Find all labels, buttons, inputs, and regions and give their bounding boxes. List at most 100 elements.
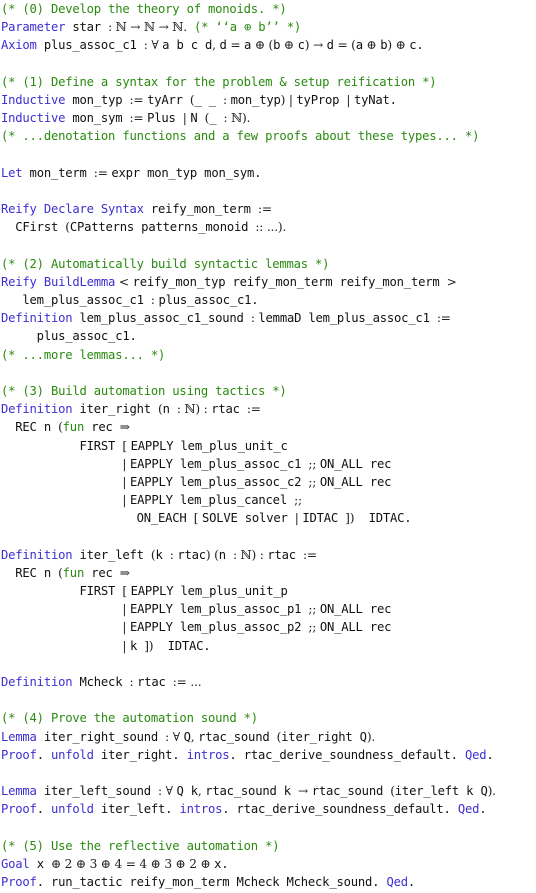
math-symbol: := bbox=[246, 402, 261, 417]
code-line: Reify BuildLemma < reify_mon_typ reify_m… bbox=[1, 273, 536, 291]
code-text: ON_ALL rec bbox=[319, 620, 392, 635]
code-text: lemmaD lem_plus_assoc_c1 bbox=[258, 311, 437, 326]
math-symbol: ⊕ bbox=[362, 38, 381, 53]
code-text: iter_left. bbox=[93, 802, 180, 817]
code-text: tyNat. bbox=[353, 92, 397, 107]
keyword: Inductive bbox=[1, 92, 66, 107]
code-line: Proof. unfold iter_right. intros. rtac_d… bbox=[1, 746, 536, 764]
keyword: Lemma bbox=[1, 784, 37, 799]
math-symbol: := bbox=[303, 547, 317, 562]
math-symbol: :: ...). bbox=[255, 220, 287, 235]
keyword: Definition bbox=[1, 674, 73, 689]
code-text: x bbox=[29, 856, 51, 871]
math-symbol: ). bbox=[487, 784, 496, 799]
section-comment-line: (* (5) Use the reflective automation *) bbox=[1, 837, 536, 855]
code-text: plus_assoc_c1. bbox=[1, 329, 137, 344]
code-line: Inductive mon_typ := tyArr (_ _ : mon_ty… bbox=[1, 91, 536, 109]
code-text: x. bbox=[214, 856, 229, 871]
code-text: rtac_sound bbox=[198, 729, 277, 744]
code-text: k bbox=[129, 638, 145, 653]
keyword: Axiom bbox=[1, 38, 37, 53]
math-symbol: := bbox=[436, 311, 451, 326]
math-symbol: | bbox=[122, 602, 130, 617]
math-symbol: : ∀ bbox=[143, 38, 163, 53]
math-symbol: := bbox=[257, 202, 272, 217]
keyword: Qed bbox=[386, 875, 408, 889]
math-symbol: | bbox=[122, 620, 130, 635]
math-symbol: [ bbox=[193, 511, 202, 526]
keyword: Definition bbox=[1, 547, 73, 562]
section-comment-line: (* (1) Define a syntax for the problem &… bbox=[1, 73, 536, 91]
code-text: _ _ bbox=[194, 92, 224, 107]
math-symbol: := bbox=[129, 111, 148, 126]
math-symbol: | bbox=[122, 456, 130, 471]
math-symbol: : ℕ). bbox=[223, 111, 251, 126]
code-text: REC n bbox=[1, 420, 59, 435]
code-line: Goal x ⊕ 2 ⊕ 3 ⊕ 4 = 4 ⊕ 3 ⊕ 2 ⊕ x. bbox=[1, 855, 536, 873]
code-text: a b c d bbox=[162, 38, 213, 53]
code-text: mon_typ bbox=[65, 92, 130, 107]
code-line: Definition iter_left (k : rtac) (n : ℕ) … bbox=[1, 546, 536, 564]
math-symbol: | bbox=[346, 92, 354, 107]
code-line: Definition lem_plus_assoc_c1_sound : lem… bbox=[1, 309, 536, 327]
keyword: Definition bbox=[1, 402, 73, 417]
code-line: Parameter star : ℕ → ℕ → ℕ. (* ‘‘a ⊕ b’’… bbox=[1, 18, 536, 36]
code-text: rtac bbox=[267, 547, 303, 562]
math-symbol: [ bbox=[122, 584, 131, 598]
math-symbol: : bbox=[223, 92, 231, 107]
code-text: EAPPLY lem_plus_unit_c bbox=[130, 438, 288, 453]
math-symbol: : bbox=[129, 674, 138, 689]
math-symbol: := bbox=[93, 165, 112, 180]
code-text: expr mon_typ mon_sym. bbox=[111, 165, 262, 180]
code-line: CFirst (CPatterns patterns_monoid :: ...… bbox=[1, 218, 536, 236]
math-symbol: := bbox=[129, 92, 148, 107]
code-text: tyArr bbox=[147, 92, 190, 107]
code-text: FIRST bbox=[1, 584, 123, 598]
code-text: iter_left_sound bbox=[36, 784, 159, 799]
math-symbol: ;; bbox=[308, 456, 320, 471]
code-line: Axiom plus_assoc_c1 : ∀ a b c d, d = a ⊕… bbox=[1, 36, 536, 54]
code-text: lem_plus_assoc_c1 bbox=[1, 293, 151, 307]
code-text: reify_mon_typ reify_mon_term reify_mon_t… bbox=[132, 274, 447, 289]
code-line: ON_EACH [ SOLVE solver | IDTAC ]) IDTAC. bbox=[1, 509, 536, 527]
code-line: REC n (fun rec ⇒ bbox=[1, 418, 536, 436]
code-text: lem_plus_assoc_c1_sound bbox=[72, 311, 251, 326]
math-symbol: ]) bbox=[345, 511, 355, 526]
code-text: . rtac_derive_soundness_default. bbox=[229, 747, 465, 762]
math-symbol: ;; bbox=[308, 602, 320, 617]
code-line: (* ...more lemmas... *) bbox=[1, 346, 536, 364]
comment: (* (2) Automatically build syntactic lem… bbox=[1, 256, 330, 271]
code-text: IDTAC. bbox=[354, 511, 412, 526]
math-symbol: ) → bbox=[304, 38, 327, 53]
code-text: mon_term bbox=[22, 165, 94, 180]
comment: (* ‘‘a ⊕ b’’ *) bbox=[186, 20, 302, 35]
math-symbol: : ℕ → ℕ → ℕ. bbox=[108, 20, 187, 35]
code-text: rtac_sound k bbox=[205, 784, 299, 799]
code-line: FIRST [ EAPPLY lem_plus_unit_p bbox=[1, 582, 536, 600]
math-symbol: , bbox=[190, 729, 199, 744]
math-symbol: = ( bbox=[333, 38, 356, 53]
keyword: Proof bbox=[1, 875, 37, 889]
math-symbol: := ... bbox=[172, 674, 202, 689]
math-symbol: < bbox=[115, 274, 133, 289]
code-line: | k ]) IDTAC. bbox=[1, 637, 536, 655]
code-text: tyProp bbox=[296, 92, 347, 107]
keyword: Proof bbox=[1, 802, 37, 817]
code-text: N bbox=[190, 111, 205, 126]
code-text: mon_sym bbox=[65, 111, 130, 126]
section-comment-line: (* (3) Build automation using tactics *) bbox=[1, 382, 536, 400]
code-text: Q k bbox=[176, 784, 198, 799]
code-text: SOLVE solver bbox=[201, 511, 295, 526]
code-line: | EAPPLY lem_plus_assoc_p2 ;; ON_ALL rec bbox=[1, 618, 536, 636]
math-symbol: = bbox=[226, 38, 245, 53]
keyword: Parameter bbox=[1, 20, 66, 35]
math-symbol: ⇒ bbox=[119, 420, 130, 435]
code-text: EAPPLY lem_plus_unit_p bbox=[130, 584, 288, 598]
code-line: | EAPPLY lem_plus_assoc_c1 ;; ON_ALL rec bbox=[1, 455, 536, 473]
